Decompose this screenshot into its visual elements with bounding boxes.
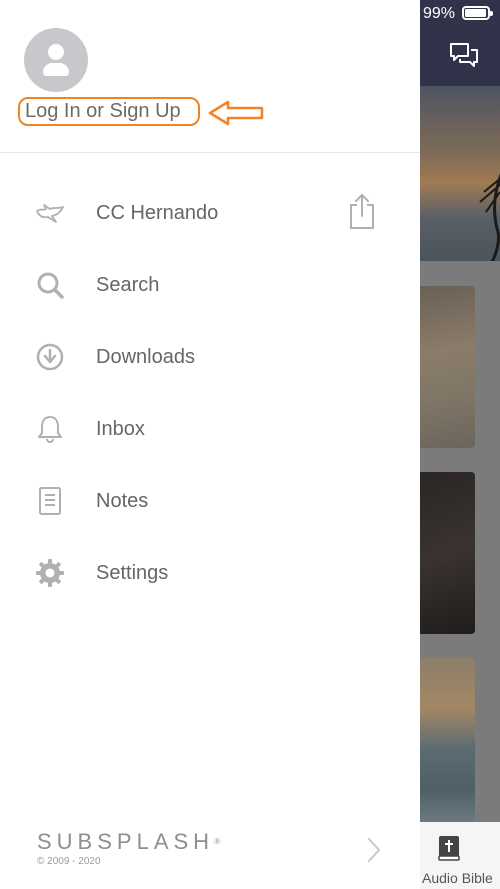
- notes-icon: [39, 487, 61, 515]
- chevron-right-icon[interactable]: [366, 836, 382, 864]
- menu-item-label: Notes: [96, 490, 149, 512]
- battery-percentage: 99%: [423, 5, 456, 22]
- menu-item-label: CC Hernando: [96, 202, 219, 224]
- content-card-image[interactable]: [420, 472, 475, 634]
- bible-icon[interactable]: [437, 834, 461, 862]
- content-card-image[interactable]: [420, 658, 475, 822]
- subsplash-logo: SUBSPLASH®: [37, 829, 220, 855]
- search-icon: [37, 272, 64, 299]
- menu-item-inbox[interactable]: Inbox: [0, 393, 420, 465]
- menu-item-search[interactable]: Search: [0, 249, 420, 321]
- share-icon[interactable]: [348, 192, 376, 230]
- brand-registered-mark: ®: [214, 837, 220, 846]
- login-signup-link[interactable]: Log In or Sign Up: [25, 99, 181, 123]
- divider: [0, 152, 420, 153]
- download-icon: [36, 343, 64, 371]
- gear-icon: [36, 559, 64, 587]
- content-card-image[interactable]: [420, 286, 475, 448]
- side-drawer: Log In or Sign Up CC Hernando Search Dow…: [0, 0, 420, 889]
- menu-item-label: Settings: [96, 562, 169, 584]
- brand-name: SUBSPLASH: [37, 829, 215, 854]
- dove-icon: [36, 204, 64, 223]
- chat-icon[interactable]: [449, 42, 479, 68]
- bell-icon: [38, 416, 62, 444]
- avatar-head: [48, 44, 64, 60]
- copyright-text: © 2009 - 2020: [37, 856, 101, 867]
- menu-item-label: Inbox: [96, 418, 145, 440]
- menu-item-label: Search: [96, 274, 160, 296]
- menu-item-downloads[interactable]: Downloads: [0, 321, 420, 393]
- menu-item-notes[interactable]: Notes: [0, 465, 420, 537]
- tab-audio-bible-label[interactable]: Audio Bible: [422, 870, 493, 886]
- annotation-arrow-icon: [208, 100, 264, 126]
- menu-item-settings[interactable]: Settings: [0, 537, 420, 609]
- avatar-body: [43, 63, 69, 76]
- content-card-image[interactable]: [420, 86, 500, 261]
- battery-icon: [462, 6, 493, 20]
- palm-tree-image: [479, 173, 500, 261]
- avatar[interactable]: [24, 28, 88, 92]
- menu-item-label: Downloads: [96, 346, 195, 368]
